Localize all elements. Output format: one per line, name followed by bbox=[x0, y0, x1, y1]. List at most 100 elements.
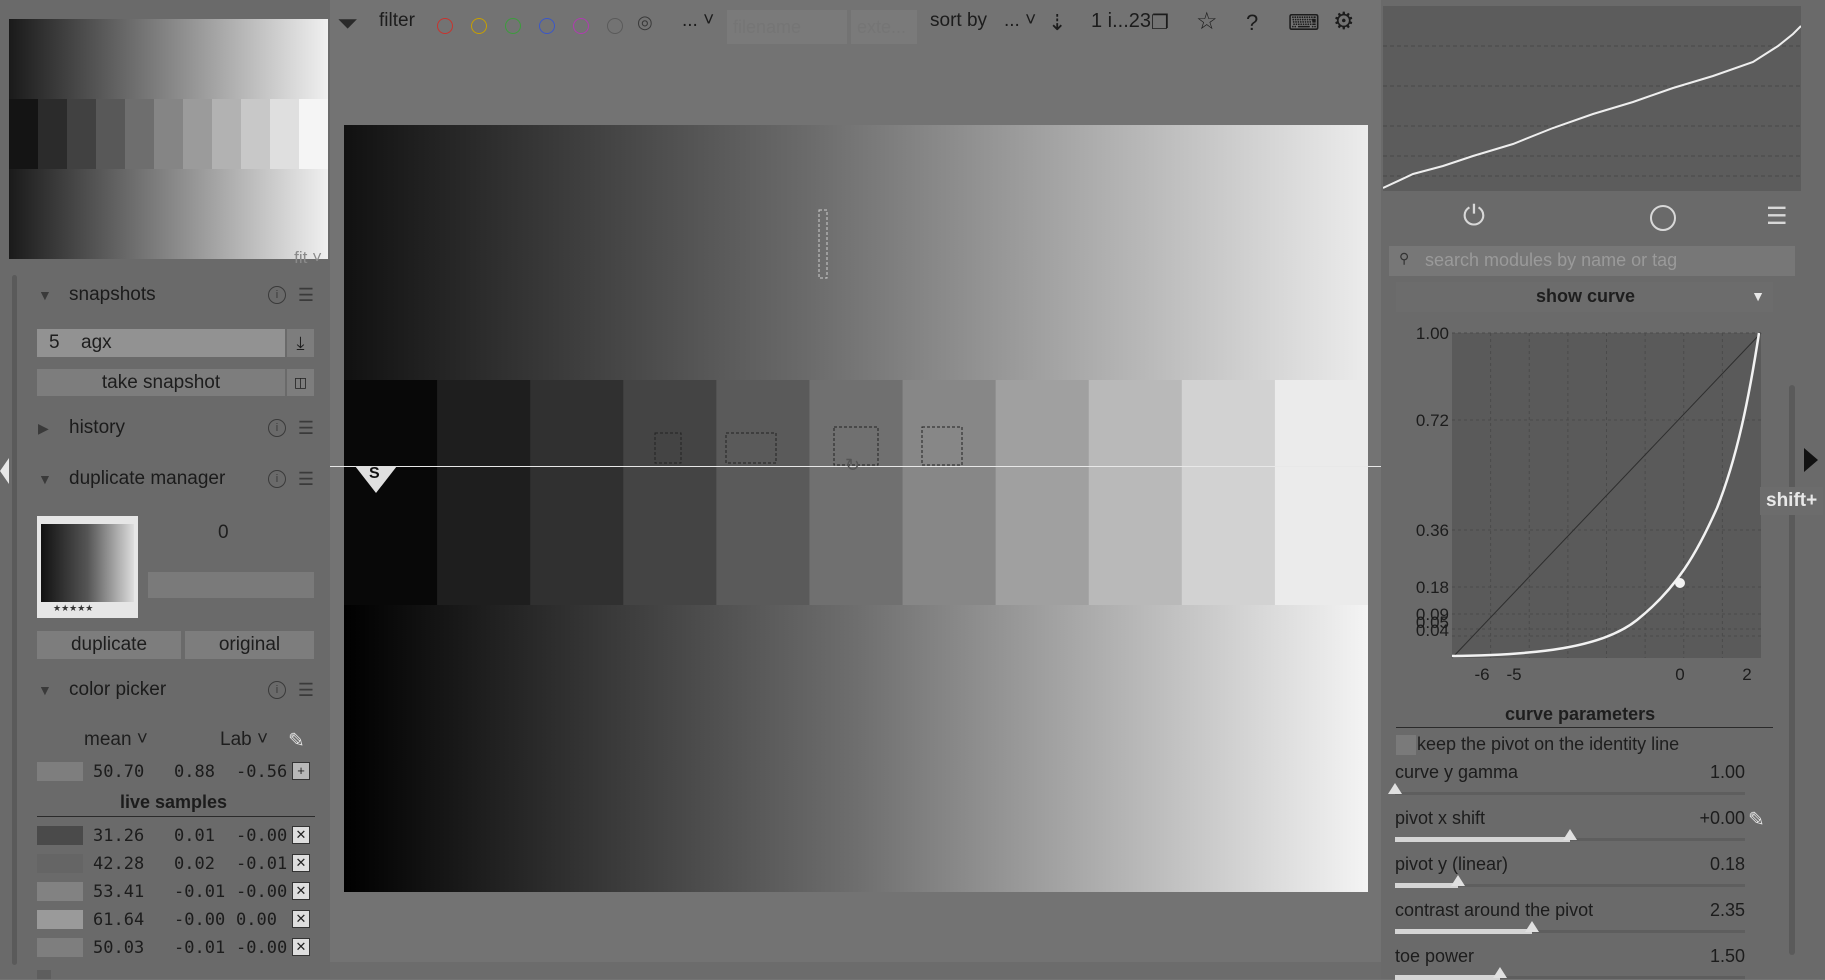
info-icon[interactable]: i bbox=[268, 681, 286, 699]
picker-mode-dropdown[interactable]: mean ˅ bbox=[84, 729, 148, 751]
gray-step-patch bbox=[902, 380, 997, 605]
remove-sample-icon[interactable]: ✕ bbox=[292, 882, 310, 900]
snapshot-name: agx bbox=[81, 332, 112, 353]
param-slider-handle[interactable] bbox=[1388, 783, 1402, 794]
ellipsis-dropdown[interactable]: ... ˅ bbox=[682, 10, 714, 32]
snapshots-header[interactable]: ▼ snapshots i ☰ bbox=[24, 281, 324, 311]
history-header[interactable]: ▶ history i ☰ bbox=[24, 414, 324, 444]
param-slider-handle[interactable] bbox=[1525, 921, 1539, 932]
module-search-box[interactable]: ⚲ search modules by name or tag bbox=[1389, 246, 1795, 276]
color-label-filter-icon[interactable] bbox=[437, 18, 453, 34]
param-label: contrast around the pivot bbox=[1395, 900, 1594, 920]
sample-value-L: 31.26 bbox=[93, 826, 145, 846]
snapshots-title: snapshots bbox=[69, 284, 156, 305]
color-label-filter-icon[interactable] bbox=[607, 18, 623, 34]
presets-menu-icon[interactable]: ☰ bbox=[298, 680, 314, 701]
help-icon[interactable]: ? bbox=[1246, 10, 1258, 36]
param-value[interactable]: 1.50 bbox=[1710, 946, 1745, 967]
snapshot-marker-label: S bbox=[369, 465, 380, 482]
sample-swatch[interactable] bbox=[37, 882, 83, 901]
version-name-field[interactable] bbox=[148, 572, 314, 598]
param-slider-handle[interactable] bbox=[1451, 875, 1465, 886]
param-slider[interactable] bbox=[1395, 792, 1745, 795]
color-label-filter-icon[interactable] bbox=[471, 18, 487, 34]
grouping-icon[interactable]: ❐ bbox=[1151, 10, 1169, 35]
duplicate-manager-header[interactable]: ▼ duplicate manager i ☰ bbox=[24, 465, 324, 495]
info-icon[interactable]: i bbox=[268, 470, 286, 488]
keyboard-icon[interactable]: ⌨ bbox=[1288, 10, 1320, 36]
duplicate-button[interactable]: duplicate bbox=[37, 631, 181, 659]
navigation-thumbnail[interactable] bbox=[9, 19, 328, 259]
param-value[interactable]: 2.35 bbox=[1710, 900, 1745, 921]
sort-order-icon[interactable]: ⇣ bbox=[1048, 10, 1066, 36]
gray-step-patch bbox=[1181, 380, 1276, 605]
color-label-filter-icon[interactable] bbox=[573, 18, 589, 34]
rotate-icon[interactable]: ↻ bbox=[845, 455, 860, 476]
main-image-view[interactable] bbox=[344, 125, 1368, 892]
right-panel-scrollbar[interactable] bbox=[1789, 385, 1795, 955]
power-icon[interactable]: ⏻ bbox=[1459, 200, 1489, 232]
remove-sample-icon[interactable]: ✕ bbox=[292, 854, 310, 872]
color-label-filter-icon[interactable] bbox=[539, 18, 555, 34]
color-picker-header[interactable]: ▼ color picker i ☰ bbox=[24, 676, 324, 706]
param-value[interactable]: +0.00 bbox=[1699, 808, 1745, 829]
add-sample-icon[interactable]: + bbox=[292, 762, 310, 780]
presets-menu-icon[interactable]: ☰ bbox=[298, 469, 314, 490]
curve-y-tick-label: 0.18 bbox=[1416, 578, 1449, 597]
curve-y-tick-label: 0.36 bbox=[1416, 521, 1449, 540]
duplicate-thumbnail[interactable]: ★★★★★ bbox=[37, 516, 138, 618]
zoom-fit-dropdown[interactable]: fit ˅ bbox=[243, 248, 328, 270]
circle-icon[interactable] bbox=[1650, 205, 1676, 231]
presets-menu-icon[interactable]: ☰ bbox=[298, 285, 314, 306]
module-search-placeholder: search modules by name or tag bbox=[1425, 250, 1678, 270]
nav-gray-step bbox=[96, 99, 126, 169]
gray-step-patch bbox=[716, 380, 810, 605]
param-value[interactable]: 1.00 bbox=[1710, 762, 1745, 783]
sample-value-a: -0.01 bbox=[174, 938, 226, 958]
filename-filter-input[interactable] bbox=[727, 10, 847, 44]
curve-graph[interactable]: 1.000.720.360.180.090.050.04-6 -5 0 2 bbox=[1397, 318, 1773, 692]
sample-swatch[interactable] bbox=[37, 910, 83, 929]
remove-sample-icon[interactable]: ✕ bbox=[292, 910, 310, 928]
sample-swatch[interactable] bbox=[37, 826, 83, 845]
filter-icon[interactable]: ⏷ bbox=[337, 8, 358, 40]
keep-pivot-checkbox[interactable] bbox=[1396, 735, 1416, 755]
info-icon[interactable]: i bbox=[268, 419, 286, 437]
sample-swatch[interactable] bbox=[37, 854, 83, 873]
bottom-status-bar bbox=[330, 962, 1381, 979]
original-button[interactable]: original bbox=[185, 631, 314, 659]
picker-mode-value: mean bbox=[84, 729, 132, 750]
sample-swatch[interactable] bbox=[37, 938, 83, 957]
color-label-filter-icon[interactable] bbox=[505, 18, 521, 34]
star-icon[interactable]: ☆ bbox=[1196, 7, 1218, 36]
remove-sample-icon[interactable]: ✕ bbox=[292, 826, 310, 844]
snapshot-entry[interactable]: 5 agx bbox=[37, 329, 285, 357]
sort-dropdown[interactable]: ... ˅ bbox=[1004, 10, 1036, 32]
histogram-waveform[interactable] bbox=[1383, 6, 1801, 191]
sample-value-b: 0.00 bbox=[236, 910, 277, 930]
left-panel-scrollbar[interactable] bbox=[12, 275, 17, 965]
show-curve-header[interactable]: show curve ▼ bbox=[1396, 282, 1773, 312]
param-value[interactable]: 0.18 bbox=[1710, 854, 1745, 875]
expand-triangle-icon: ▼ bbox=[38, 287, 52, 303]
pivot-picker-icon[interactable]: ✎ bbox=[1748, 807, 1765, 832]
param-slider-handle[interactable] bbox=[1493, 967, 1507, 978]
overlay-circles-icon[interactable]: ◎ bbox=[637, 12, 653, 33]
display-samples-row[interactable] bbox=[37, 970, 297, 979]
gear-icon[interactable]: ⚙ bbox=[1333, 7, 1355, 36]
left-collapse-arrow[interactable] bbox=[0, 458, 9, 484]
snapshot-compare-icon[interactable]: ◫ bbox=[287, 369, 314, 396]
eyedropper-icon[interactable]: ✎ bbox=[288, 728, 305, 753]
expand-triangle-icon: ▼ bbox=[38, 471, 52, 487]
param-slider-handle[interactable] bbox=[1563, 829, 1577, 840]
curve-x-tick-label: -6 bbox=[1474, 665, 1489, 684]
take-snapshot-button[interactable]: take snapshot bbox=[37, 369, 285, 396]
modules-menu-icon[interactable]: ☰ bbox=[1766, 202, 1788, 231]
presets-menu-icon[interactable]: ☰ bbox=[298, 418, 314, 439]
extension-filter-input[interactable] bbox=[851, 10, 917, 44]
remove-sample-icon[interactable]: ✕ bbox=[292, 938, 310, 956]
info-icon[interactable]: i bbox=[268, 286, 286, 304]
rating-stars: ★★★★★ bbox=[53, 603, 94, 613]
color-space-dropdown[interactable]: Lab ˅ bbox=[220, 729, 268, 751]
snapshot-restore-icon[interactable]: ⤓ bbox=[287, 329, 314, 357]
